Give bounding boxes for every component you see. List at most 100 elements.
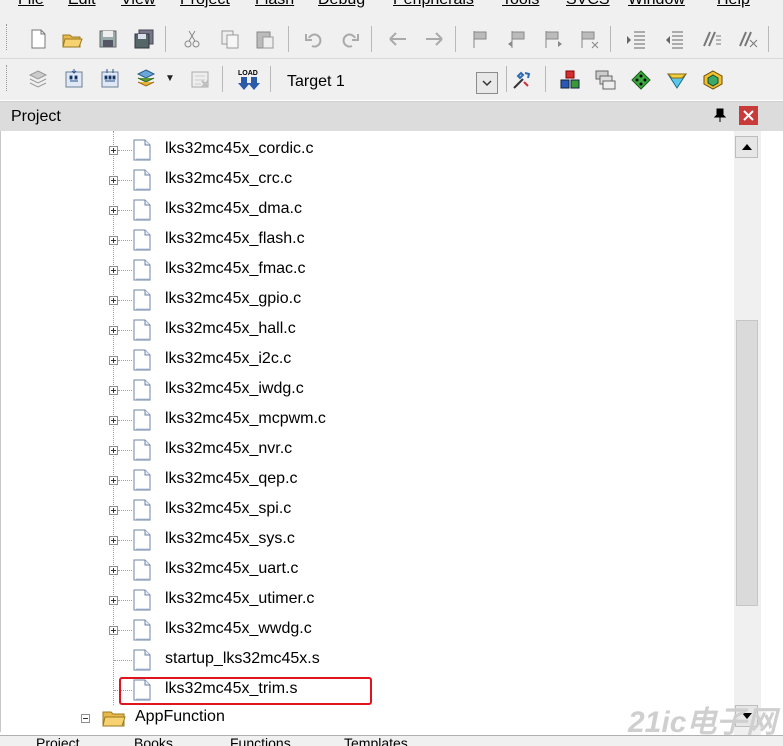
expand-icon[interactable] (109, 506, 118, 515)
translate-icon[interactable] (24, 65, 52, 93)
file-node[interactable]: lks32mc45x_gpio.c (1, 285, 734, 315)
nav-forward-icon[interactable] (420, 25, 448, 53)
file-node[interactable]: lks32mc45x_uart.c (1, 555, 734, 585)
expand-icon[interactable] (109, 536, 118, 545)
bookmark-prev-icon[interactable] (503, 25, 531, 53)
expand-icon[interactable] (109, 206, 118, 215)
file-node[interactable]: lks32mc45x_spi.c (1, 495, 734, 525)
expand-icon[interactable] (109, 296, 118, 305)
file-node[interactable]: lks32mc45x_sys.c (1, 525, 734, 555)
expand-icon[interactable] (109, 596, 118, 605)
cut-icon[interactable] (178, 25, 206, 53)
save-icon[interactable] (94, 25, 122, 53)
file-icon (133, 349, 151, 376)
file-node[interactable]: lks32mc45x_wwdg.c (1, 615, 734, 645)
unindent-icon[interactable] (660, 25, 688, 53)
expand-icon[interactable] (109, 386, 118, 395)
select-packs-icon[interactable] (627, 66, 655, 94)
menu-project[interactable]: Project (180, 0, 230, 9)
expand-icon[interactable] (109, 416, 118, 425)
file-label: lks32mc45x_cordic.c (165, 140, 314, 157)
file-label: lks32mc45x_hall.c (165, 320, 296, 337)
folder-node[interactable]: AppFunction (1, 705, 734, 732)
expand-icon[interactable] (109, 356, 118, 365)
tab-books[interactable]: Books (112, 736, 173, 746)
download-icon[interactable]: LOAD (235, 65, 263, 93)
scroll-up-button[interactable] (735, 136, 758, 158)
target-select[interactable]: Target 1 (278, 70, 500, 96)
pack-installer-icon[interactable] (663, 66, 691, 94)
file-node[interactable]: lks32mc45x_mcpwm.c (1, 405, 734, 435)
nav-back-icon[interactable] (384, 25, 412, 53)
tab-templates[interactable]: Templates (322, 736, 408, 746)
file-node[interactable]: lks32mc45x_iwdg.c (1, 375, 734, 405)
file-node[interactable]: lks32mc45x_cordic.c (1, 135, 734, 165)
rte-icon[interactable] (699, 66, 727, 94)
menu-debug[interactable]: Debug (318, 0, 365, 9)
bookmark-icon[interactable] (467, 25, 495, 53)
manage-components-icon[interactable] (556, 66, 584, 94)
tab-functions[interactable]: Functions (208, 736, 291, 746)
menu-window[interactable]: Window (628, 0, 685, 9)
editor-edge (761, 131, 783, 745)
save-all-icon[interactable] (130, 25, 158, 53)
target-options-icon[interactable] (508, 66, 536, 94)
file-node[interactable]: lks32mc45x_dma.c (1, 195, 734, 225)
tree-guide-line (118, 600, 132, 601)
expand-icon[interactable] (109, 326, 118, 335)
undo-icon[interactable] (300, 25, 328, 53)
file-node[interactable]: startup_lks32mc45x.s (1, 645, 734, 675)
redo-icon[interactable] (336, 25, 364, 53)
expand-icon[interactable] (109, 236, 118, 245)
chevron-down-icon[interactable]: ▼ (165, 73, 175, 84)
menu-svcs[interactable]: SVCS (566, 0, 610, 9)
rebuild-icon[interactable] (96, 65, 124, 93)
expand-icon[interactable] (109, 566, 118, 575)
expand-icon[interactable] (109, 476, 118, 485)
build-icon[interactable] (60, 65, 88, 93)
file-node[interactable]: lks32mc45x_qep.c (1, 465, 734, 495)
comment-icon[interactable] (697, 25, 725, 53)
expand-icon[interactable] (109, 446, 118, 455)
file-node[interactable]: lks32mc45x_crc.c (1, 165, 734, 195)
menu-edit[interactable]: Edit (68, 0, 96, 9)
file-extensions-icon[interactable] (591, 66, 619, 94)
project-panel-header: Project (0, 101, 783, 131)
collapse-icon[interactable] (81, 714, 90, 723)
menu-view[interactable]: View (121, 0, 155, 9)
menu-tools[interactable]: Tools (502, 0, 539, 9)
bookmark-next-icon[interactable] (539, 25, 567, 53)
toolbar-grip[interactable] (6, 65, 10, 91)
vertical-scrollbar[interactable] (734, 131, 761, 745)
chevron-down-icon[interactable] (476, 72, 498, 94)
copy-icon[interactable] (216, 25, 244, 53)
toolbar-grip[interactable] (6, 24, 10, 50)
new-file-icon[interactable] (24, 25, 52, 53)
menu-file[interactable]: File (18, 0, 44, 9)
file-node[interactable]: lks32mc45x_fmac.c (1, 255, 734, 285)
menu-peripherals[interactable]: Peripherals (393, 0, 474, 9)
file-node[interactable]: lks32mc45x_flash.c (1, 225, 734, 255)
bookmark-clear-icon[interactable] (575, 25, 603, 53)
tab-project[interactable]: Project (14, 736, 80, 746)
menu-help[interactable]: Help (717, 0, 750, 9)
expand-icon[interactable] (109, 266, 118, 275)
file-node[interactable]: lks32mc45x_nvr.c (1, 435, 734, 465)
menu-flash[interactable]: Flash (255, 0, 294, 9)
file-node[interactable]: lks32mc45x_i2c.c (1, 345, 734, 375)
indent-icon[interactable] (622, 25, 650, 53)
close-panel-button[interactable] (739, 106, 758, 125)
expand-icon[interactable] (109, 176, 118, 185)
file-node[interactable]: lks32mc45x_hall.c (1, 315, 734, 345)
file-node[interactable]: lks32mc45x_utimer.c (1, 585, 734, 615)
scrollbar-thumb[interactable] (736, 320, 758, 606)
open-folder-icon[interactable] (58, 25, 86, 53)
stop-build-icon[interactable] (186, 65, 214, 93)
pin-icon[interactable] (713, 108, 727, 125)
uncomment-icon[interactable] (733, 25, 761, 53)
expand-icon[interactable] (109, 146, 118, 155)
expand-icon[interactable] (109, 626, 118, 635)
batch-build-icon[interactable] (132, 65, 160, 93)
tree-guide-line (118, 390, 132, 391)
paste-icon[interactable] (251, 25, 279, 53)
